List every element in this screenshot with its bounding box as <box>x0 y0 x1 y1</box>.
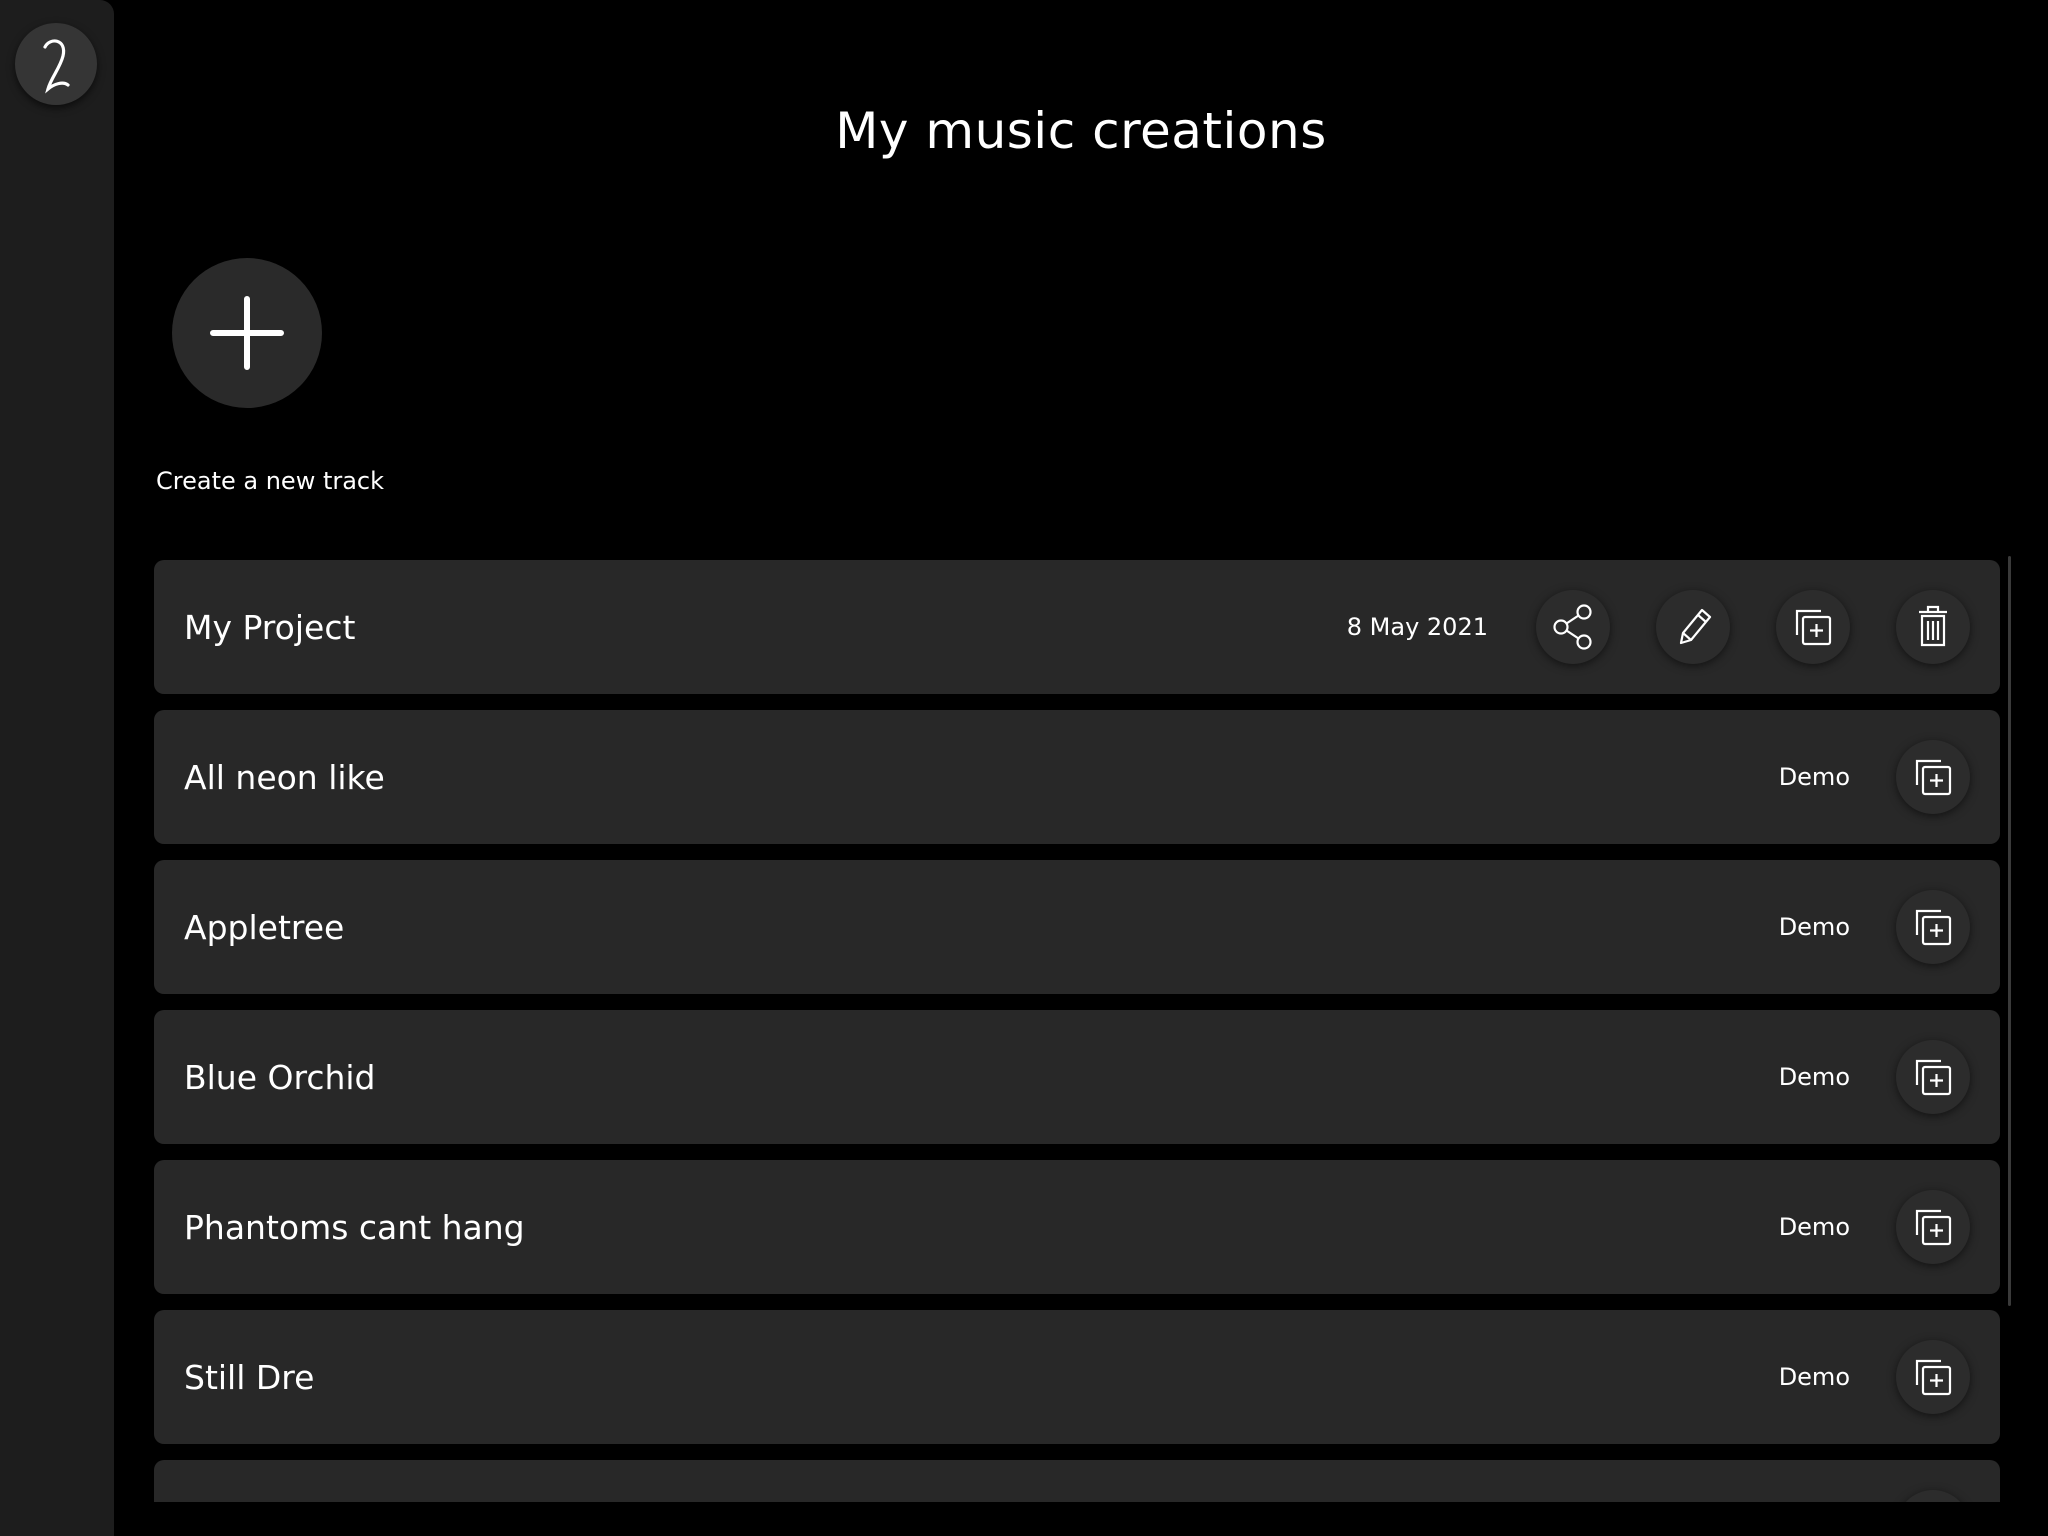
track-name: Still Dre <box>184 1357 315 1397</box>
track-name: Appletree <box>184 907 345 947</box>
delete-button[interactable] <box>1896 590 1970 664</box>
track-list: My Project 8 May 2021 All neon like Demo… <box>154 560 2000 1502</box>
demo-label: Demo <box>1778 763 1850 791</box>
duplicate-icon <box>1915 1059 1952 1096</box>
duplicate-icon <box>1915 909 1952 946</box>
logo-icon <box>43 39 70 94</box>
duplicate-button[interactable] <box>1896 890 1970 964</box>
edit-button[interactable] <box>1656 590 1730 664</box>
demo-label: Demo <box>1778 1363 1850 1391</box>
logo-button[interactable] <box>15 23 97 105</box>
track-row[interactable]: Phantoms cant hang Demo <box>154 1160 2000 1294</box>
sidebar <box>0 0 114 1536</box>
track-row[interactable]: Appletree Demo <box>154 860 2000 994</box>
duplicate-button[interactable] <box>1896 1340 1970 1414</box>
share-button[interactable] <box>1536 590 1610 664</box>
pencil-icon <box>1679 608 1712 645</box>
track-name: Phantoms cant hang <box>184 1207 525 1247</box>
track-row[interactable]: My Project 8 May 2021 <box>154 560 2000 694</box>
duplicate-button[interactable] <box>1896 1490 1970 1502</box>
share-icon <box>1553 604 1592 650</box>
demo-label: Demo <box>1778 913 1850 941</box>
track-name: All neon like <box>184 757 385 797</box>
duplicate-icon <box>1915 1359 1952 1396</box>
duplicate-button[interactable] <box>1896 740 1970 814</box>
duplicate-icon <box>1915 1209 1952 1246</box>
track-row[interactable]: Still Dre Demo <box>154 1310 2000 1444</box>
duplicate-icon <box>1795 609 1832 646</box>
demo-label: Demo <box>1778 1213 1850 1241</box>
duplicate-button[interactable] <box>1896 1040 1970 1114</box>
trash-icon <box>1919 605 1947 647</box>
create-track-label: Create a new track <box>156 467 385 495</box>
page-title: My music creations <box>835 102 1327 160</box>
track-row[interactable]: All neon like Demo <box>154 710 2000 844</box>
duplicate-button[interactable] <box>1896 1190 1970 1264</box>
track-name: Blue Orchid <box>184 1057 376 1097</box>
demo-label: Demo <box>1778 1063 1850 1091</box>
scrollbar[interactable] <box>2008 556 2011 1306</box>
track-row[interactable] <box>154 1460 2000 1502</box>
track-date: 8 May 2021 <box>1346 613 1488 641</box>
track-name: My Project <box>184 607 356 647</box>
track-row[interactable]: Blue Orchid Demo <box>154 1010 2000 1144</box>
plus-icon <box>210 296 284 370</box>
duplicate-button[interactable] <box>1776 590 1850 664</box>
create-track-button[interactable] <box>172 258 322 408</box>
duplicate-icon <box>1915 759 1952 796</box>
